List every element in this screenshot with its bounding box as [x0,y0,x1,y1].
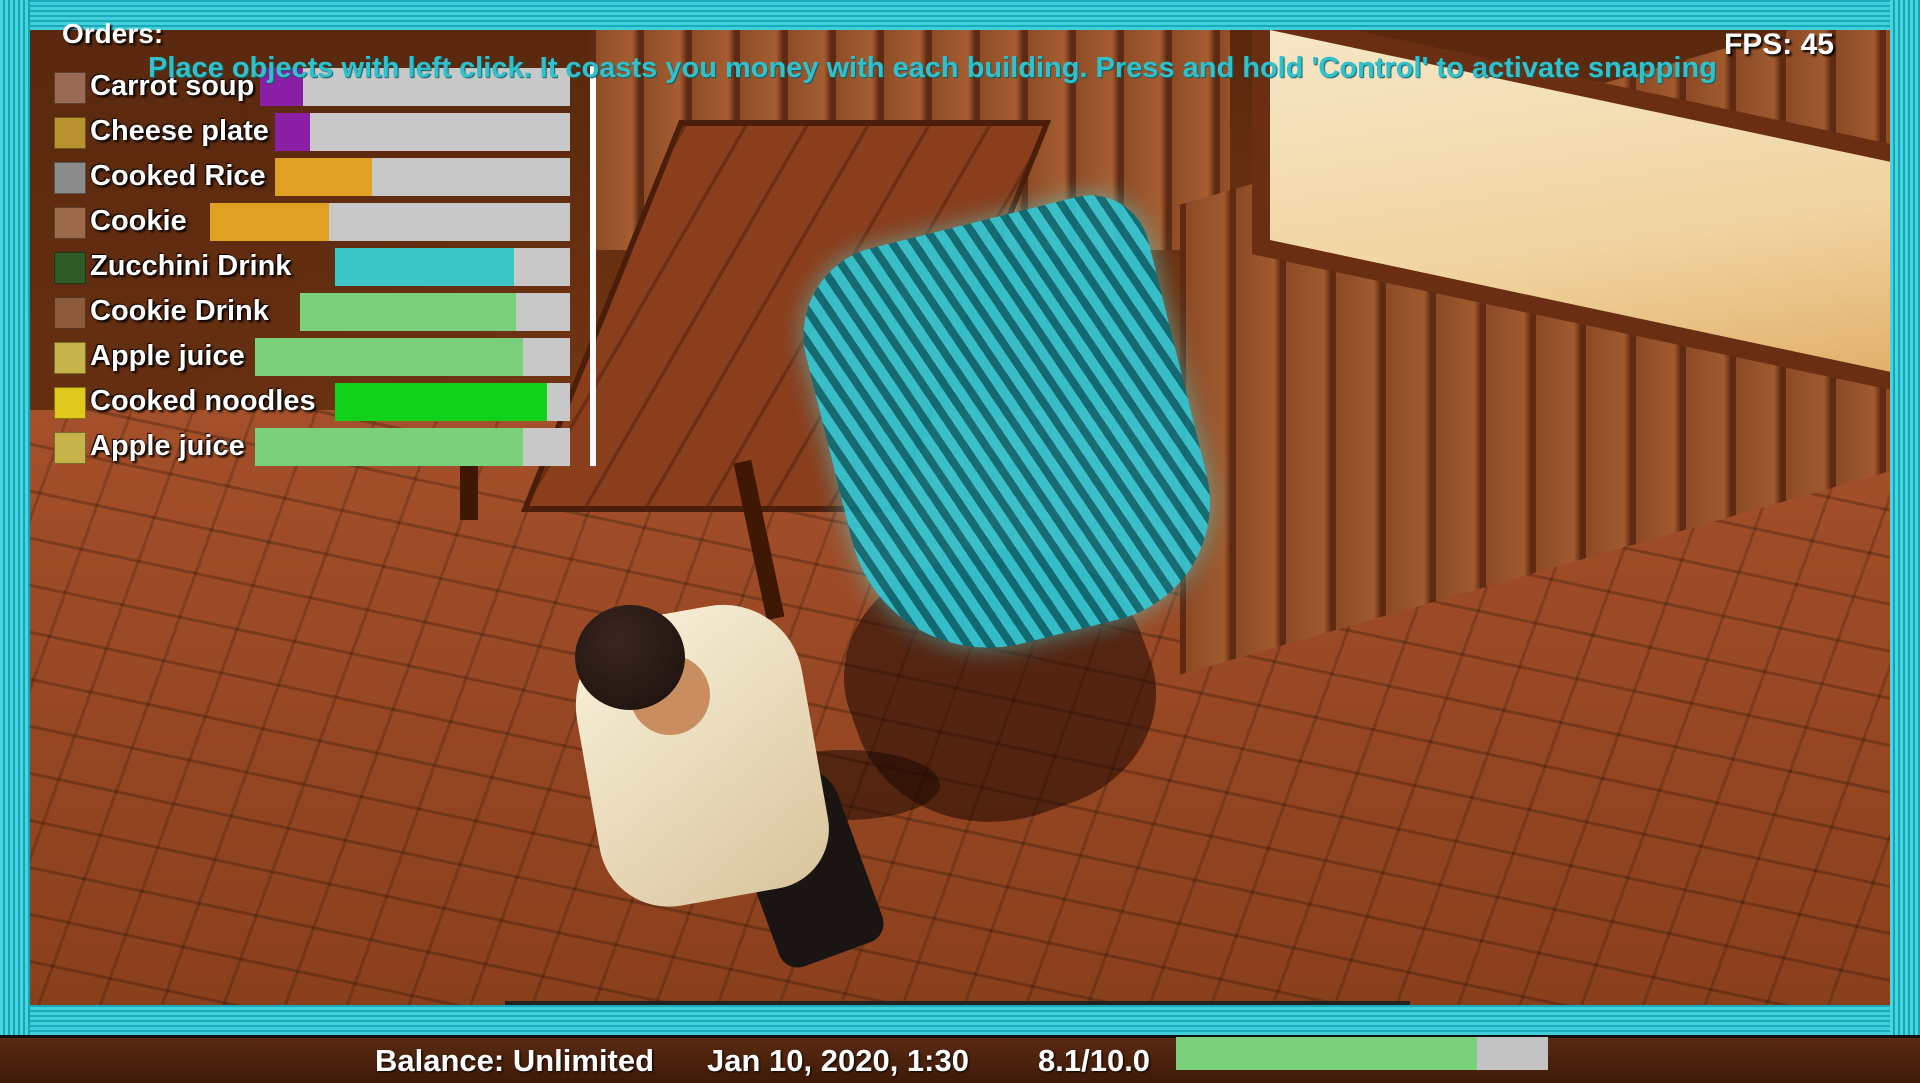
order-progress-fill [275,113,311,151]
order-label: Cookie [90,205,187,237]
order-label: Cooked Rice [90,160,266,192]
order-row: Cheese plate [50,111,570,151]
frame-left [0,0,30,1080]
order-progress-fill [275,158,373,196]
order-progress-bar [275,158,570,196]
status-bar: Balance: Unlimited Jan 10, 2020, 1:30 8.… [0,1035,1920,1083]
order-food-icon [54,342,86,374]
order-progress-bar [275,113,570,151]
order-progress-bar [335,248,570,286]
order-label: Apple juice [90,430,245,462]
order-row: Zucchini Drink [50,246,570,286]
order-progress-fill [335,248,514,286]
order-food-icon [54,297,86,329]
viewport-scrollbar [505,1001,1410,1005]
order-row: Cooked Rice [50,156,570,196]
date-time: Jan 10, 2020, 1:30 [707,1043,969,1078]
order-progress-bar [210,203,570,241]
order-row: Cooked noodles [50,381,570,421]
order-progress-fill [210,203,329,241]
fps-counter: FPS: 45 [1723,28,1834,61]
frame-right [1890,0,1920,1080]
order-food-icon [54,252,86,284]
orders-title: Orders: [62,18,164,49]
character-head [575,605,685,710]
rating-text: 8.1/10.0 [1038,1043,1151,1078]
rating-bar-fill [1176,1037,1478,1070]
order-progress-bar [255,428,570,466]
order-label: Apple juice [90,340,245,372]
order-progress-fill [335,383,547,421]
order-label: Zucchini Drink [90,250,292,282]
order-row: Apple juice [50,426,570,466]
order-progress-fill [255,428,523,466]
order-label: Cooked noodles [90,385,316,417]
order-label: Cookie Drink [90,295,269,327]
rating-bar [1176,1037,1548,1070]
order-food-icon [54,117,86,149]
order-progress-bar [335,383,570,421]
order-progress-fill [255,338,523,376]
order-food-icon [54,432,86,464]
order-row: Cookie Drink [50,291,570,331]
order-progress-bar [255,338,570,376]
order-row: Cookie [50,201,570,241]
order-food-icon [54,207,86,239]
order-row: Apple juice [50,336,570,376]
placement-hint: Place objects with left click. It coasts… [148,52,1717,84]
order-progress-fill [300,293,516,331]
order-food-icon [54,72,86,104]
order-progress-bar [300,293,570,331]
order-food-icon [54,162,86,194]
orders-list: Carrot soup Cheese plate Cooked Rice Cookie… [50,66,596,466]
order-food-icon [54,387,86,419]
balance-label: Balance: Unlimited [375,1043,655,1078]
order-label: Cheese plate [90,115,269,147]
